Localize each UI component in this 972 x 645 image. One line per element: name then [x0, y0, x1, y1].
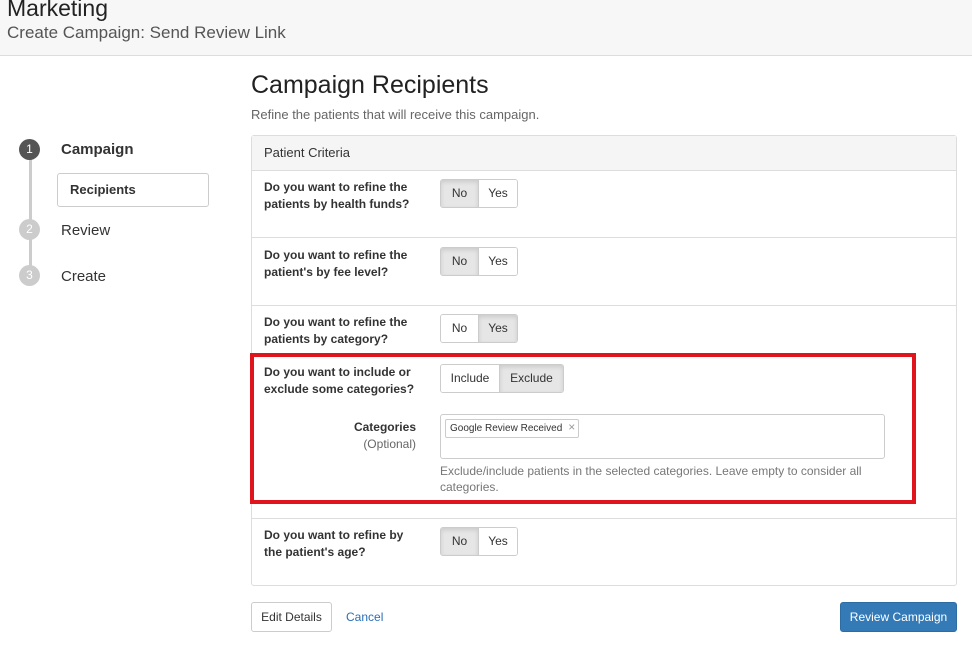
- age-no-button[interactable]: No: [441, 528, 478, 555]
- step-create[interactable]: Create: [61, 268, 106, 285]
- section-title: Campaign Recipients: [251, 71, 489, 99]
- substep-recipients[interactable]: Recipients: [57, 173, 209, 207]
- page-subtitle: Create Campaign: Send Review Link: [7, 23, 286, 42]
- fee-level-yes-button[interactable]: Yes: [478, 248, 517, 275]
- section-subtitle: Refine the patients that will receive th…: [251, 107, 540, 122]
- question-fee-level: Do you want to refine the patient's by f…: [264, 248, 408, 279]
- fee-level-toggle: No Yes: [440, 247, 518, 276]
- health-funds-yes-button[interactable]: Yes: [478, 180, 517, 207]
- step-1-badge: 1: [19, 139, 40, 160]
- step-3-badge: 3: [19, 265, 40, 286]
- highlight-box: [250, 353, 916, 504]
- age-yes-button[interactable]: Yes: [478, 528, 517, 555]
- health-funds-toggle: No Yes: [440, 179, 518, 208]
- page-header: Marketing Create Campaign: Send Review L…: [0, 0, 972, 56]
- row-divider: [252, 518, 956, 519]
- stepper-line: [29, 148, 32, 278]
- category-no-button[interactable]: No: [441, 315, 478, 342]
- row-divider: [252, 305, 956, 306]
- edit-details-button[interactable]: Edit Details: [251, 602, 332, 632]
- health-funds-no-button[interactable]: No: [441, 180, 478, 207]
- category-toggle: No Yes: [440, 314, 518, 343]
- category-yes-button[interactable]: Yes: [478, 315, 517, 342]
- row-divider: [252, 237, 956, 238]
- question-age: Do you want to refine by the patient's a…: [264, 528, 404, 559]
- cancel-link[interactable]: Cancel: [346, 610, 383, 624]
- question-health-funds: Do you want to refine the patients by he…: [264, 180, 410, 211]
- question-category: Do you want to refine the patients by ca…: [264, 315, 408, 346]
- review-campaign-button[interactable]: Review Campaign: [840, 602, 957, 632]
- step-review[interactable]: Review: [61, 222, 110, 239]
- step-campaign[interactable]: Campaign: [61, 141, 134, 158]
- age-toggle: No Yes: [440, 527, 518, 556]
- step-2-badge: 2: [19, 219, 40, 240]
- fee-level-no-button[interactable]: No: [441, 248, 478, 275]
- panel-heading: Patient Criteria: [252, 136, 956, 171]
- app-title: Marketing: [7, 0, 108, 21]
